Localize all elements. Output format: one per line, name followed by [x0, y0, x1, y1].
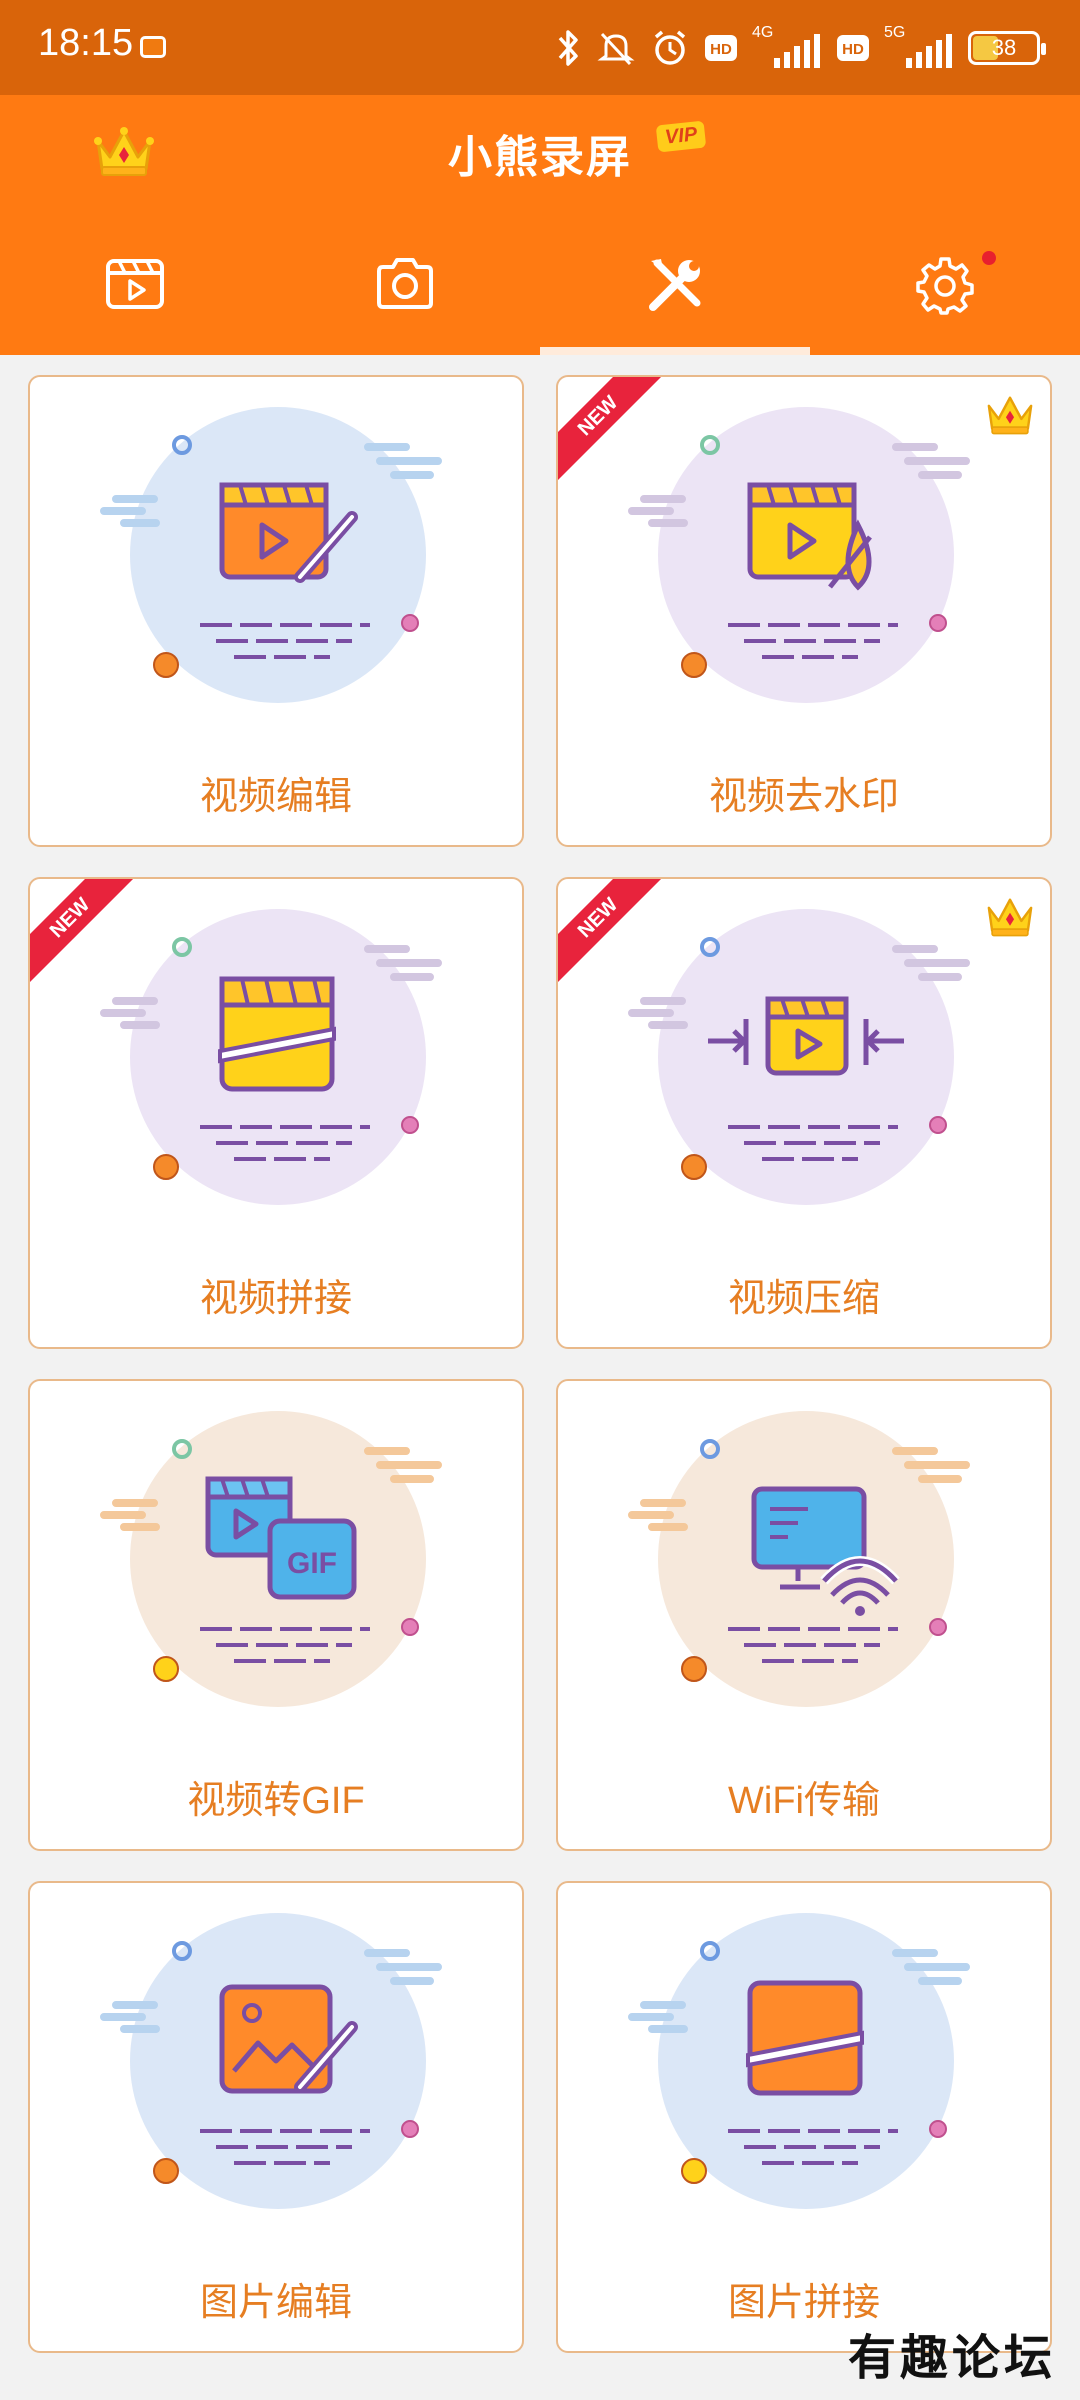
- tool-card-label: 视频压缩: [727, 1278, 880, 1320]
- tab-tools[interactable]: [540, 245, 810, 355]
- video-merge-icon: [100, 909, 442, 1205]
- screen-recorder-status-icon: [140, 36, 166, 58]
- vip-crown-icon: [987, 898, 1033, 937]
- signal-icon-2: [906, 34, 952, 68]
- tab-screenshots[interactable]: [270, 245, 540, 355]
- silent-bell-icon: [597, 32, 635, 66]
- svg-text:GIF: GIF: [287, 1547, 337, 1580]
- vip-badge: VIP: [655, 120, 707, 153]
- signal-5g: 5G: [884, 24, 954, 68]
- battery-indicator: 38: [968, 31, 1046, 65]
- image-merge-icon: [628, 1913, 970, 2209]
- tool-card-4[interactable]: 视频压缩 NEW: [556, 877, 1052, 1349]
- app-header: 小熊录屏 VIP: [0, 95, 1080, 355]
- tool-card-6[interactable]: WiFi传输: [556, 1379, 1052, 1851]
- signal-4g: 4G: [752, 24, 822, 68]
- tab-bar: [0, 245, 1080, 355]
- tool-card-label: 视频转GIF: [187, 1780, 365, 1822]
- watermark-text: 有趣论坛: [847, 2330, 1056, 2386]
- tool-card-1[interactable]: 视频编辑: [28, 375, 524, 847]
- hd-icon: HD: [705, 35, 737, 61]
- tab-videos[interactable]: [0, 245, 270, 355]
- video-watermark-remove-icon: [628, 407, 970, 703]
- tab-settings[interactable]: [810, 245, 1080, 355]
- battery-level: 38: [991, 35, 1017, 60]
- svg-text:HD: HD: [842, 41, 864, 58]
- wifi-transfer-icon: [628, 1411, 970, 1707]
- tool-card-3[interactable]: 视频拼接 NEW: [28, 877, 524, 1349]
- hd-icon-2: HD: [837, 35, 869, 61]
- tool-card-label: 视频拼接: [199, 1278, 352, 1320]
- svg-text:HD: HD: [710, 41, 732, 58]
- camera-icon: [377, 258, 433, 309]
- bluetooth-icon: [558, 30, 578, 66]
- settings-icon: [916, 257, 974, 315]
- alarm-icon: [654, 30, 686, 65]
- active-tab-indicator: [540, 347, 810, 355]
- tool-card-label: WiFi传输: [728, 1780, 880, 1822]
- status-time: 18:15: [38, 22, 134, 64]
- notification-dot: [982, 251, 996, 265]
- app-title: 小熊录屏: [448, 133, 632, 182]
- video-icon: [106, 259, 164, 309]
- tool-card-7[interactable]: 图片编辑: [28, 1881, 524, 2353]
- video-edit-icon: [100, 407, 442, 703]
- status-bar: 18:15 HD 4G HD 5G 38: [0, 0, 1080, 95]
- tool-card-label: 图片编辑: [199, 2282, 352, 2324]
- tool-card-5[interactable]: GIF 视频转GIF: [28, 1379, 524, 1851]
- tool-card-label: 视频去水印: [708, 776, 899, 818]
- network-4g-label: 4G: [752, 24, 774, 41]
- status-icons: HD 4G HD 5G 38: [554, 22, 1046, 74]
- video-compress-icon: [628, 909, 970, 1205]
- tool-card-8[interactable]: 图片拼接: [556, 1881, 1052, 2353]
- vip-crown-icon: [987, 396, 1033, 435]
- signal-icon: [774, 34, 820, 68]
- tool-card-label: 视频编辑: [199, 776, 352, 818]
- network-5g-label: 5G: [884, 24, 906, 41]
- image-edit-icon: [100, 1913, 442, 2209]
- tool-grid: 视频编辑 视频去水印 NEW 视频拼接 NEW 视频压缩 NEW GIF 视频转…: [28, 375, 1052, 2353]
- tool-card-2[interactable]: 视频去水印 NEW: [556, 375, 1052, 847]
- tools-icon: [649, 259, 701, 311]
- video-to-gif-icon: GIF: [100, 1411, 442, 1707]
